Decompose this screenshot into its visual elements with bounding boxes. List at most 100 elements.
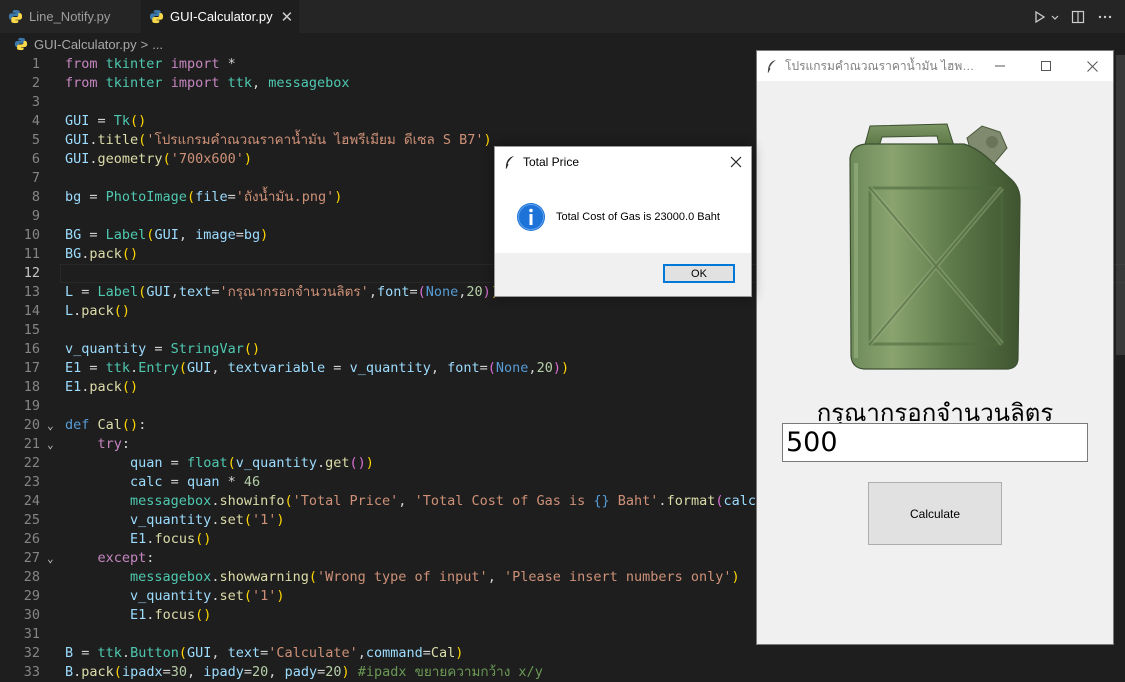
- code-text: L = Label(GUI,text='กรุณากรอกจำนวนลิตร',…: [65, 284, 499, 300]
- code-text: v_quantity.set('1'): [130, 588, 285, 604]
- code-text: E1.focus(): [130, 607, 212, 623]
- maximize-button[interactable]: [1023, 51, 1069, 81]
- line-number: 26: [23, 531, 40, 547]
- editor-scrollbar[interactable]: [1116, 55, 1125, 355]
- ok-button[interactable]: OK: [663, 264, 735, 283]
- line-number: 30: [23, 607, 40, 623]
- run-icon[interactable]: [1033, 10, 1047, 24]
- dialog-footer: OK: [495, 253, 751, 296]
- code-text: v_quantity = StringVar(): [65, 341, 261, 357]
- line-number: 5: [31, 132, 40, 148]
- line-number: 23: [23, 474, 40, 490]
- line-number: 4: [31, 113, 40, 129]
- code-text: B.pack(ipadx=30, ipady=20, pady=20) #ipa…: [65, 664, 543, 680]
- code-text: E1.focus(): [130, 531, 212, 547]
- code-text: except:: [97, 550, 155, 566]
- tab-line-notify[interactable]: Line_Notify.py: [0, 0, 135, 33]
- code-text: calc = quan * 46: [130, 474, 261, 490]
- code-line[interactable]: 33 B.pack(ipadx=30, ipady=20, pady=20) #i…: [0, 663, 1125, 682]
- close-icon[interactable]: [730, 156, 742, 168]
- line-number: 18: [23, 379, 40, 395]
- line-number: 7: [31, 170, 40, 186]
- line-number: 22: [23, 455, 40, 471]
- code-text: B = ttk.Button(GUI, text='Calculate',com…: [65, 645, 464, 661]
- tk-app-window: โปรแกรมคำณวณราคาน้ำมัน ไฮพรีเมียม ดีเซล …: [756, 50, 1114, 645]
- tab-label: Line_Notify.py: [29, 9, 111, 24]
- line-number: 15: [23, 322, 40, 338]
- code-text: v_quantity.set('1'): [130, 512, 285, 528]
- close-icon: [1086, 60, 1098, 72]
- chevron-down-icon[interactable]: [1051, 10, 1059, 24]
- code-text: messagebox.showwarning('Wrong type of in…: [130, 569, 740, 585]
- tab-label: GUI-Calculator.py: [170, 9, 273, 24]
- dialog-title-bar[interactable]: Total Price: [495, 147, 751, 177]
- line-number: 25: [23, 512, 40, 528]
- split-editor-icon[interactable]: [1071, 10, 1085, 24]
- minimize-icon: [995, 65, 1005, 67]
- editor-tab-bar: Line_Notify.py GUI-Calculator.py ✕: [0, 0, 1125, 33]
- code-text: GUI = Tk(): [65, 113, 147, 129]
- fold-chevron-icon[interactable]: ⌄: [47, 416, 54, 435]
- quantity-entry[interactable]: 500: [782, 423, 1088, 462]
- line-number: 29: [23, 588, 40, 604]
- code-line[interactable]: 32 B = ttk.Button(GUI, text='Calculate',c…: [0, 644, 1125, 663]
- code-text: E1.pack(): [65, 379, 139, 395]
- line-number: 12: [23, 265, 40, 281]
- code-text: quan = float(v_quantity.get()): [130, 455, 374, 471]
- line-number: 8: [31, 189, 40, 205]
- code-text: from tkinter import *: [65, 56, 236, 72]
- fold-chevron-icon[interactable]: ⌄: [47, 549, 54, 568]
- total-price-dialog: Total Price Total Cost of Gas is 23000.0…: [494, 146, 752, 297]
- code-text: E1 = ttk.Entry(GUI, textvariable = v_qua…: [65, 360, 570, 376]
- dialog-message: Total Cost of Gas is 23000.0 Baht: [556, 211, 720, 223]
- maximize-icon: [1041, 61, 1051, 71]
- python-icon: [149, 9, 164, 24]
- tk-window-title: โปรแกรมคำณวณราคาน้ำมัน ไฮพรีเมียม ดีเซล …: [785, 58, 975, 73]
- line-number: 6: [31, 151, 40, 167]
- tk-title-bar[interactable]: โปรแกรมคำณวณราคาน้ำมัน ไฮพรีเมียม ดีเซล …: [757, 51, 1113, 81]
- line-number: 33: [23, 664, 40, 680]
- code-text: GUI.title('โปรแกรมคำณวณราคาน้ำมัน ไฮพรีเ…: [65, 132, 492, 148]
- minimize-button[interactable]: [977, 51, 1023, 81]
- line-number: 24: [23, 493, 40, 509]
- line-number: 31: [23, 626, 40, 642]
- line-number: 14: [23, 303, 40, 319]
- code-text: L.pack(): [65, 303, 131, 319]
- code-text: try:: [97, 436, 131, 452]
- line-number: 3: [31, 94, 40, 110]
- more-actions-icon[interactable]: [1097, 10, 1113, 24]
- line-number: 16: [23, 341, 40, 357]
- code-text: bg = PhotoImage(file='ถังน้ำมัน.png'): [65, 189, 343, 205]
- info-icon: [517, 203, 545, 231]
- code-text: messagebox.showinfo('Total Price', 'Tota…: [130, 493, 780, 509]
- line-number: 21: [23, 436, 40, 452]
- close-button[interactable]: [1069, 51, 1115, 81]
- close-icon[interactable]: ✕: [281, 8, 294, 26]
- breadcrumb-file[interactable]: GUI-Calculator.py: [34, 37, 137, 52]
- fold-chevron-icon[interactable]: ⌄: [47, 435, 54, 454]
- calculate-button[interactable]: Calculate: [868, 482, 1002, 545]
- line-number: 2: [31, 75, 40, 91]
- line-number: 1: [31, 56, 40, 72]
- line-number: 17: [23, 360, 40, 376]
- line-number: 19: [23, 398, 40, 414]
- editor-actions: [1033, 0, 1113, 33]
- tab-gui-calculator[interactable]: GUI-Calculator.py ✕: [141, 0, 299, 33]
- code-text: GUI.geometry('700x600'): [65, 151, 252, 167]
- python-icon: [14, 37, 28, 51]
- line-number: 20: [23, 417, 40, 433]
- code-text: from tkinter import ttk, messagebox: [65, 75, 350, 91]
- dialog-title: Total Price: [523, 155, 580, 169]
- python-icon: [8, 9, 23, 24]
- line-number: 28: [23, 569, 40, 585]
- breadcrumb-symbols[interactable]: ...: [152, 37, 163, 52]
- feather-icon: [767, 60, 776, 73]
- line-number: 10: [23, 227, 40, 243]
- line-number: 9: [31, 208, 40, 224]
- code-text: BG = Label(GUI, image=bg): [65, 227, 269, 243]
- line-number: 32: [23, 645, 40, 661]
- line-number: 11: [23, 246, 40, 262]
- jerry-can-image: [849, 123, 1021, 370]
- code-text: def Cal():: [65, 417, 147, 433]
- line-number: 27: [23, 550, 40, 566]
